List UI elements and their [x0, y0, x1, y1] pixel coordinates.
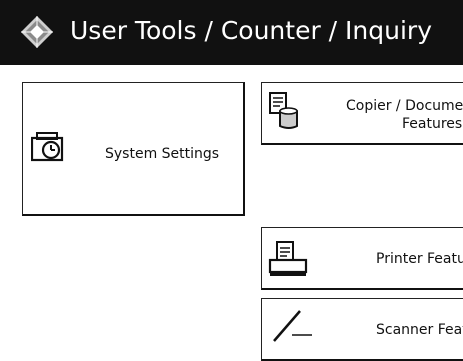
- user-tools-diamond-icon: [21, 16, 53, 48]
- document-stack-icon: [269, 92, 298, 129]
- copier-label-line1: Copier / Document: [346, 98, 463, 114]
- printer-label: Printer Featu: [376, 251, 463, 267]
- copier-features-button[interactable]: Copier / Document Features: [261, 82, 463, 145]
- page-title: User Tools / Counter / Inquiry: [70, 16, 432, 45]
- copier-label-line2: Features: [402, 116, 463, 132]
- scanner-icon: [273, 310, 312, 342]
- printer-icon: [268, 241, 308, 276]
- system-settings-label: System Settings: [105, 146, 220, 162]
- clock-folder-icon: [31, 132, 64, 162]
- main-panel: System Settings Copier / Document Featur…: [0, 65, 463, 361]
- scanner-label: Scanner Featu: [376, 322, 463, 338]
- printer-features-button[interactable]: Printer Featu: [261, 227, 463, 290]
- system-settings-button[interactable]: System Settings: [22, 82, 245, 216]
- title-bar: User Tools / Counter / Inquiry: [0, 0, 463, 65]
- scanner-features-button[interactable]: Scanner Featu: [261, 298, 463, 361]
